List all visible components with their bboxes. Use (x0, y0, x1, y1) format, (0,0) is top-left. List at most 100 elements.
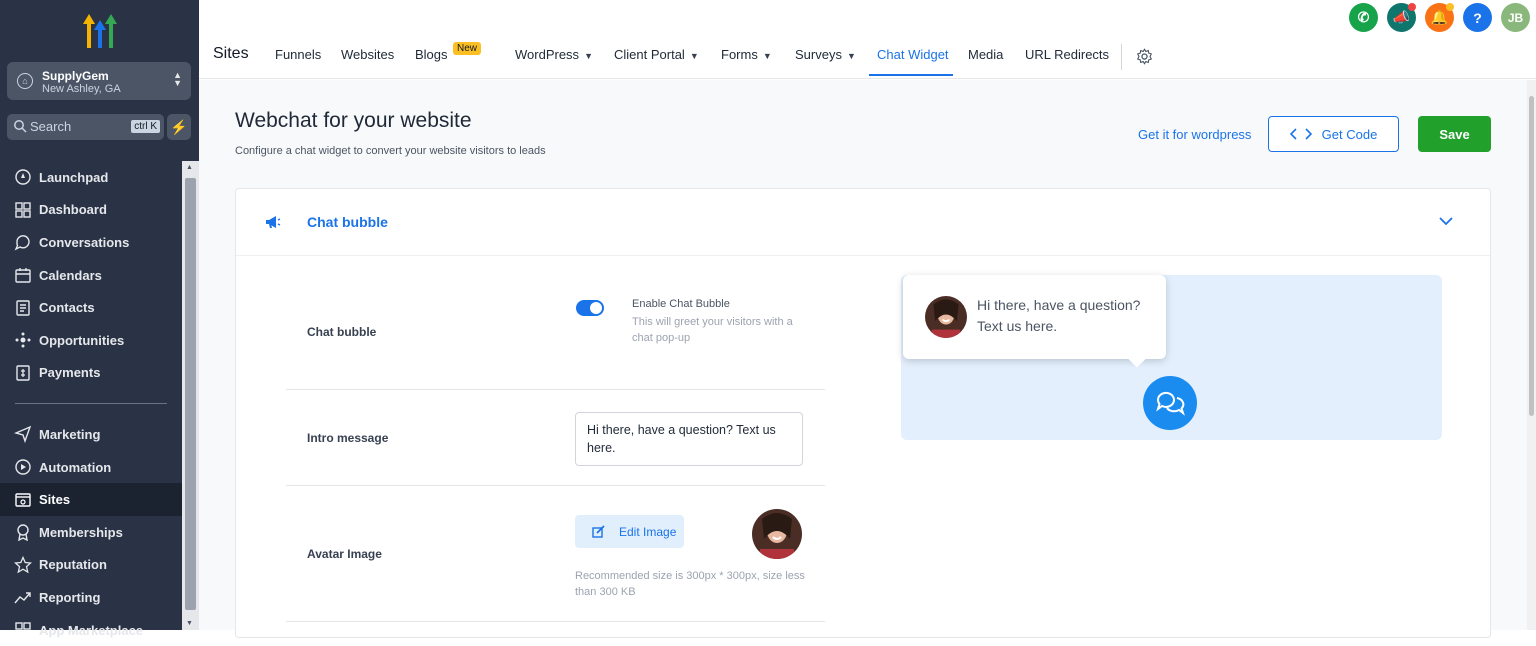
notification-dot (1446, 3, 1454, 11)
search-input[interactable]: Search ctrl K (7, 114, 164, 140)
tab-forms[interactable]: Forms ▼ (721, 47, 772, 62)
calendar-icon (15, 268, 31, 283)
sites-icon (15, 492, 31, 507)
scroll-down-arrow-icon[interactable]: ▼ (186, 620, 193, 627)
location-name: SupplyGem (42, 69, 109, 83)
brand-logo[interactable] (79, 10, 121, 50)
opportunities-icon (15, 332, 31, 348)
sidebar-item-label: Opportunities (39, 332, 125, 348)
toolbar-divider (1121, 44, 1122, 70)
tab-client-portal[interactable]: Client Portal ▼ (614, 47, 699, 62)
sidebar-item-label: Memberships (39, 524, 123, 540)
tab-label: WordPress (515, 47, 580, 62)
phone-button[interactable]: ✆ (1349, 3, 1378, 32)
payments-icon (16, 365, 30, 381)
sidebar-item-contacts[interactable]: Contacts (0, 291, 182, 324)
enable-chat-bubble-toggle[interactable] (576, 300, 604, 316)
row-divider (286, 485, 825, 486)
sidebar-item-conversations[interactable]: Conversations (0, 226, 182, 259)
user-avatar[interactable]: JB (1501, 3, 1530, 32)
sidebar-item-calendars[interactable]: Calendars (0, 259, 182, 292)
sidebar-item-opportunities[interactable]: Opportunities (0, 324, 182, 357)
new-badge: New (453, 42, 482, 55)
avatar-image-label: Avatar Image (307, 547, 382, 561)
tab-url-redirects[interactable]: URL Redirects (1025, 47, 1109, 62)
save-button[interactable]: Save (1418, 116, 1491, 152)
toggle-title: Enable Chat Bubble (632, 298, 730, 310)
section-title: Sites (213, 45, 249, 62)
sidebar-item-label: Dashboard (39, 202, 107, 218)
scroll-up-arrow-icon[interactable]: ▲ (186, 164, 193, 171)
sidebar: ⌂ SupplyGem New Ashley, GA ▲ ▼ Search ctr… (0, 0, 199, 638)
help-button[interactable]: ? (1463, 3, 1492, 32)
sidebar-item-label: App Marketplace (39, 622, 144, 638)
tab-chat-widget[interactable]: Chat Widget (877, 47, 949, 62)
quick-action-button[interactable]: ⚡ (167, 114, 191, 140)
tab-label: Surveys (795, 47, 842, 62)
intro-message-field[interactable]: Hi there, have a question? Text us here. (575, 412, 803, 466)
sidebar-item-label: Payments (39, 365, 101, 381)
megaphone-icon: 📣 (1392, 9, 1411, 25)
preview-chat-bubble: Hi there, have a question? Text us here. (903, 275, 1166, 359)
edit-image-button[interactable]: Edit Image (575, 515, 684, 548)
preview-message: Hi there, have a question? Text us here. (977, 297, 1141, 334)
image-recommendation: Recommended size is 300px * 300px, size … (575, 570, 805, 598)
tab-blogs[interactable]: Blogs (415, 47, 448, 62)
avatar-image (752, 509, 802, 559)
notification-dot (1408, 3, 1416, 11)
sidebar-item-payments[interactable]: Payments (0, 357, 182, 390)
chevron-down-icon: ▼ (762, 51, 772, 61)
sidebar-item-reputation[interactable]: Reputation (0, 549, 182, 582)
tab-media[interactable]: Media (968, 47, 1003, 62)
memberships-icon (17, 524, 29, 542)
chevron-down-icon[interactable] (1439, 216, 1453, 226)
code-icon (1289, 128, 1312, 140)
help-icon: ? (1473, 9, 1482, 26)
tab-wordpress[interactable]: WordPress ▼ (515, 47, 593, 62)
row-divider (286, 389, 825, 390)
chat-bubble-card: Chat bubble Chat bubble Enable Chat Bubb… (235, 188, 1491, 638)
sidebar-item-label: Marketing (39, 426, 101, 442)
sidebar-item-label: Reputation (39, 557, 107, 573)
automation-icon (15, 459, 31, 475)
sidebar-item-dashboard[interactable]: Dashboard (0, 194, 182, 227)
chat-icon (14, 235, 30, 251)
gear-icon[interactable] (1136, 48, 1153, 65)
wordpress-link[interactable]: Get it for wordpress (1138, 127, 1251, 142)
sidebar-item-marketing[interactable]: Marketing (0, 418, 182, 451)
chevron-down-icon: ▼ (846, 51, 856, 61)
tab-funnels[interactable]: Funnels (275, 47, 321, 62)
location-switcher[interactable]: ⌂ SupplyGem New Ashley, GA ▲ ▼ (7, 62, 191, 100)
tab-label: Forms (721, 47, 758, 62)
sidebar-nav: Launchpad Dashboard Conversations Calend… (0, 161, 182, 646)
sidebar-item-automation[interactable]: Automation (0, 451, 182, 484)
sidebar-scroll-thumb[interactable] (185, 178, 196, 610)
sidebar-item-label: Contacts (39, 300, 95, 316)
reporting-icon (14, 592, 31, 604)
chevron-down-icon: ▼ (689, 51, 699, 61)
megaphone-icon (266, 216, 281, 228)
chevron-updown-icon: ▲ ▼ (173, 70, 182, 88)
chat-launcher-button[interactable] (1143, 376, 1197, 430)
tab-surveys[interactable]: Surveys ▼ (795, 47, 856, 62)
chat-bubble-label: Chat bubble (307, 325, 377, 339)
sidebar-item-memberships[interactable]: Memberships (0, 516, 182, 549)
page-subtitle: Configure a chat widget to convert your … (235, 145, 546, 157)
sidebar-item-reporting[interactable]: Reporting (0, 581, 182, 614)
contacts-icon (16, 299, 30, 316)
sidebar-item-label: Calendars (39, 267, 102, 283)
sidebar-item-label: Automation (39, 459, 112, 475)
announcements-button[interactable]: 📣 (1387, 3, 1416, 32)
bell-icon: 🔔 (1430, 9, 1449, 25)
chat-bubble-header[interactable]: Chat bubble (236, 189, 1490, 256)
apps-icon (15, 622, 31, 630)
top-navigation: Sites Funnels Websites Blogs New WordPre… (199, 0, 1536, 79)
get-code-button[interactable]: Get Code (1268, 116, 1399, 152)
sidebar-item-label: Reporting (39, 589, 101, 605)
edit-icon (592, 525, 605, 538)
sidebar-item-launchpad[interactable]: Launchpad (0, 161, 182, 194)
tab-websites[interactable]: Websites (341, 47, 394, 62)
page-scroll-thumb[interactable] (1529, 96, 1534, 416)
sidebar-item-sites[interactable]: Sites (0, 483, 182, 516)
notifications-button[interactable]: 🔔 (1425, 3, 1454, 32)
